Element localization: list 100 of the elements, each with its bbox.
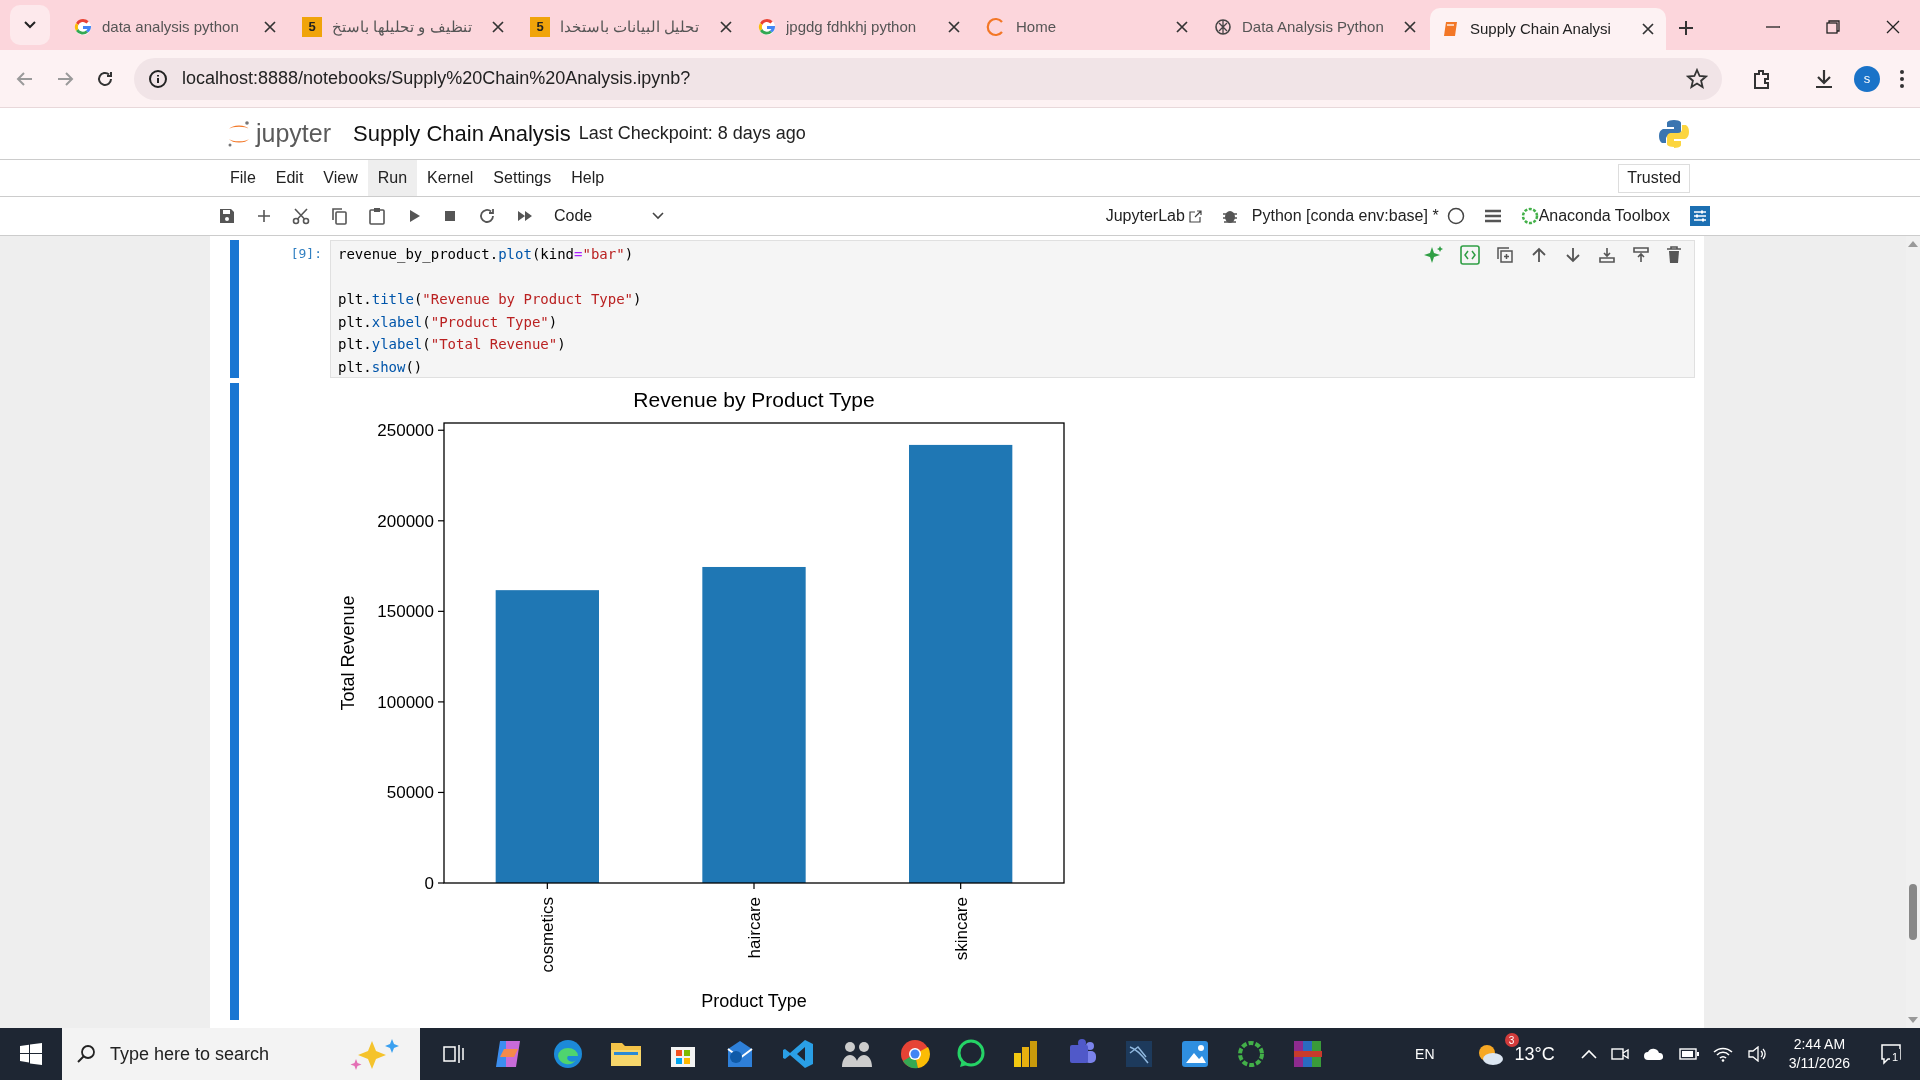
trusted-button[interactable]: Trusted <box>1618 163 1690 193</box>
close-icon[interactable] <box>1404 21 1416 33</box>
jupyter-logo-icon <box>226 118 252 149</box>
save-icon[interactable] <box>218 207 236 225</box>
site-logo: 5 <box>302 17 322 37</box>
language-indicator[interactable]: EN <box>1415 1043 1435 1065</box>
duplicate-icon[interactable] <box>1496 246 1514 264</box>
task-view-icon[interactable] <box>442 1043 466 1065</box>
browser-tab[interactable]: data analysis python <box>62 6 288 48</box>
menu-item[interactable]: View <box>313 160 368 196</box>
search-icon <box>76 1044 96 1064</box>
search-placeholder: Type here to search <box>110 1042 271 1066</box>
y-tick <box>437 429 445 431</box>
close-icon[interactable] <box>948 21 960 33</box>
chart-title: Revenue by Product Type <box>633 388 875 411</box>
close-icon[interactable] <box>492 21 504 33</box>
chevron-down-icon <box>24 21 36 29</box>
code-editor-icon[interactable] <box>782 1038 814 1070</box>
kernel-name[interactable]: Python [conda env:base] * <box>1251 204 1439 228</box>
close-icon[interactable] <box>720 21 732 33</box>
sliders-icon[interactable] <box>1690 206 1710 226</box>
browser-icon[interactable] <box>552 1038 584 1070</box>
taskbar-search-field[interactable]: Type here to search <box>62 1028 420 1080</box>
x-tick-label: haircare <box>745 897 764 959</box>
code-icon[interactable] <box>1460 245 1480 265</box>
new-tab-icon[interactable] <box>1678 20 1694 36</box>
insert-below-icon[interactable] <box>1598 246 1616 264</box>
y-tick-label: 0 <box>424 874 434 893</box>
paste-icon[interactable] <box>368 207 386 225</box>
menu-item[interactable]: Kernel <box>417 160 484 196</box>
folder-icon[interactable] <box>610 1040 642 1068</box>
insert-above-icon[interactable] <box>1632 246 1650 264</box>
x-tick-label: cosmetics <box>538 897 558 973</box>
close-icon[interactable] <box>1176 21 1188 33</box>
notification-icon[interactable] <box>1880 1043 1902 1065</box>
browser-tab[interactable]: Home <box>974 6 1200 48</box>
restart-icon[interactable] <box>478 207 496 225</box>
execution-prompt: [9]: <box>289 245 323 263</box>
knot-icon <box>1214 18 1232 36</box>
browser-tab[interactable]: Data Analysis Python <box>1202 6 1428 48</box>
chevron-up-icon[interactable] <box>1580 1049 1597 1059</box>
arrow-up-icon[interactable] <box>1530 246 1548 264</box>
ring-icon <box>1520 207 1539 225</box>
cell-type-dropdown[interactable]: Code <box>554 204 664 228</box>
close-icon[interactable] <box>1642 23 1654 35</box>
url-text: localhost:8888/notebooks/Supply%20Chain%20Analysis.ipynb? <box>182 67 692 90</box>
bar-chart-icon[interactable] <box>1012 1039 1040 1069</box>
jupyterlab-link[interactable]: JupyterLab <box>1105 204 1202 228</box>
menu-item[interactable]: Run <box>367 160 418 196</box>
trash-icon[interactable] <box>1666 246 1682 264</box>
google-icon <box>758 18 776 36</box>
close-icon[interactable] <box>1886 20 1900 34</box>
notebook-title[interactable]: Supply Chain Analysis <box>353 117 571 150</box>
browser-tab[interactable]: Supply Chain Analysi <box>1430 8 1666 50</box>
restore-icon[interactable] <box>1826 20 1840 34</box>
windows-start-icon[interactable] <box>20 1043 42 1065</box>
code-line: plt.title("Revenue by Product Type") <box>338 291 642 308</box>
scrollbar-thumb[interactable] <box>1909 884 1917 940</box>
code-line: plt.xlabel("Product Type") <box>338 313 558 330</box>
cut-icon[interactable] <box>292 207 310 225</box>
stop-icon[interactable] <box>442 208 458 224</box>
python-logo-icon <box>1658 117 1690 150</box>
menu-item[interactable]: File <box>220 160 266 196</box>
chevron-down-icon <box>652 212 664 220</box>
people-icon[interactable] <box>840 1039 874 1069</box>
anaconda-toolbox-label[interactable]: Anaconda Toolbox <box>1538 204 1670 228</box>
camera-icon[interactable] <box>1610 1046 1629 1062</box>
speaker-icon[interactable] <box>1746 1046 1767 1062</box>
clock[interactable]: 2:44 AM 3/11/2026 <box>1788 1035 1850 1073</box>
browser-tab[interactable]: jpgdg fdhkhj python <box>746 6 972 48</box>
tab-title: data analysis python <box>102 16 240 37</box>
y-tick-label: 100000 <box>377 692 434 712</box>
copy-icon[interactable] <box>330 207 348 225</box>
fast-forward-icon[interactable] <box>516 208 534 224</box>
add-icon[interactable] <box>256 208 272 224</box>
menu-item[interactable]: Settings <box>483 160 562 196</box>
archive-icon[interactable] <box>1292 1039 1324 1069</box>
x-axis-label: Product Type <box>701 991 807 1011</box>
code-editor[interactable]: revenue_by_product.plot(kind="bar") plt.title("Revenue by Product Type") plt.xlabel("Product Type") plt.ylabel("Total Revenue") plt.show() <box>330 240 1695 378</box>
menu-item[interactable]: Edit <box>265 160 314 196</box>
profile-avatar[interactable]: s <box>1854 65 1880 92</box>
y-tick <box>437 701 445 703</box>
arrow-down-icon[interactable] <box>1564 246 1582 264</box>
database-icon[interactable] <box>1124 1039 1154 1069</box>
cloud-icon[interactable] <box>1642 1046 1665 1062</box>
y-tick-label: 50000 <box>386 783 434 803</box>
list-icon[interactable] <box>1484 209 1501 223</box>
star-icon[interactable] <box>1686 67 1708 90</box>
battery-icon[interactable] <box>1678 1048 1699 1060</box>
menu-item[interactable]: Help <box>561 160 615 196</box>
address-bar[interactable]: localhost:8888/notebooks/Supply%20Chain%20Analysis.ipynb? <box>134 57 1722 100</box>
ring-icon[interactable] <box>1236 1039 1266 1069</box>
y-axis-label: Total Revenue <box>338 595 358 711</box>
bug-icon[interactable] <box>1221 208 1238 224</box>
wifi-icon[interactable] <box>1712 1046 1733 1062</box>
site-logo: 5 <box>530 17 550 37</box>
image-editor-icon[interactable] <box>1180 1039 1210 1069</box>
sparkle-icon[interactable] <box>1424 245 1444 265</box>
close-icon[interactable] <box>264 21 276 33</box>
more-icon[interactable] <box>1898 67 1906 90</box>
